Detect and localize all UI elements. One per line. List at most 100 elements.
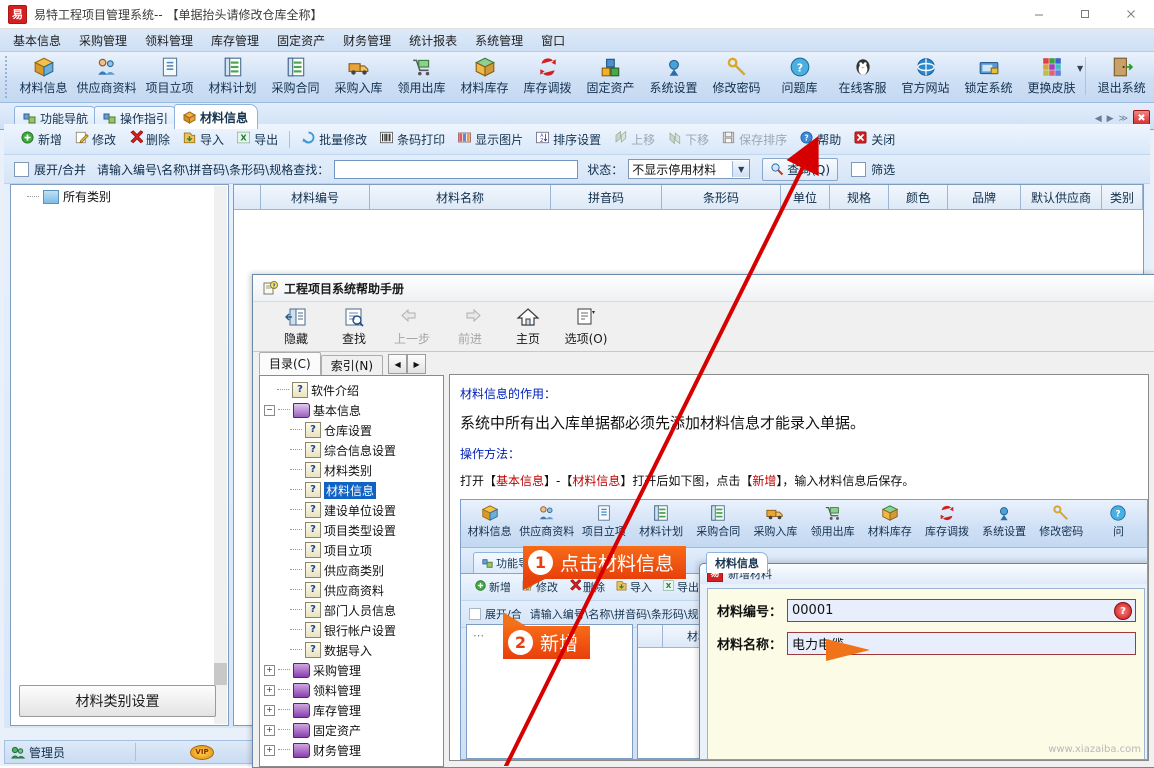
help-tab-index[interactable]: 索引(N)	[321, 355, 383, 375]
menu-item-reports[interactable]: 统计报表	[400, 30, 466, 51]
grid-column-header[interactable]: 拼音码	[551, 185, 662, 209]
help-nav-prev-icon[interactable]: ◀	[388, 354, 407, 374]
tree-scrollbar-thumb[interactable]	[214, 663, 227, 685]
menu-item-inventory[interactable]: 库存管理	[202, 30, 268, 51]
help-tree-node[interactable]: ?供应商资料	[260, 580, 443, 600]
tree-expander-icon[interactable]: +	[264, 685, 275, 696]
help-tree-node[interactable]: ?供应商类别	[260, 560, 443, 580]
action-1[interactable]: 新增	[14, 128, 68, 150]
menu-item-assets[interactable]: 固定资产	[268, 30, 334, 51]
help-tree-node[interactable]: ?建设单位设置	[260, 500, 443, 520]
help-tree-node[interactable]: ?银行帐户设置	[260, 620, 443, 640]
help-hide-button[interactable]: 隐藏	[267, 305, 325, 347]
tree-expander-icon[interactable]: +	[264, 745, 275, 756]
query-button[interactable]: 查询(Q)	[762, 158, 838, 181]
help-tree-node[interactable]: +固定资产	[260, 720, 443, 740]
grid-column-header[interactable]: 材料编号	[261, 185, 370, 209]
help-tree-node[interactable]: ?材料类别	[260, 460, 443, 480]
action-11[interactable]: 下移	[661, 128, 715, 150]
help-tree-node[interactable]: ?项目立项	[260, 540, 443, 560]
status-select[interactable]: 不显示停用材料 ▼	[628, 159, 750, 179]
help-tree-node[interactable]: +领料管理	[260, 680, 443, 700]
action-4[interactable]: 导入	[176, 128, 230, 150]
filter-checkbox[interactable]	[851, 162, 866, 177]
tree-expander-icon[interactable]: +	[264, 725, 275, 736]
toolbar-button-8[interactable]: 材料库存	[453, 54, 516, 100]
menu-item-window[interactable]: 窗口	[532, 30, 574, 51]
grid-column-header[interactable]: 规格	[830, 185, 889, 209]
toolbar-button-15[interactable]: 官方网站	[894, 54, 957, 100]
action-7[interactable]: 条码打印	[373, 128, 451, 150]
toolbar-button-7[interactable]: 领用出库	[390, 54, 453, 100]
toolbar-button-3[interactable]: 项目立项	[138, 54, 201, 100]
action-3[interactable]: 删除	[122, 128, 176, 150]
help-options-button[interactable]: 选项(O)	[557, 305, 615, 347]
menu-item-picking[interactable]: 领料管理	[136, 30, 202, 51]
help-tree-node[interactable]: ?项目类型设置	[260, 520, 443, 540]
toolbar-button-18[interactable]: 退出系统	[1090, 54, 1153, 100]
help-tree-node[interactable]: ?仓库设置	[260, 420, 443, 440]
help-tree-node[interactable]: ?软件介绍	[260, 380, 443, 400]
action-10[interactable]: 上移	[607, 128, 661, 150]
grid-column-header[interactable]: 默认供应商	[1021, 185, 1102, 209]
tree-expander-icon[interactable]: +	[264, 705, 275, 716]
minimize-button[interactable]	[1016, 0, 1062, 28]
toolbar-button-6[interactable]: 采购入库	[327, 54, 390, 100]
help-tree-node[interactable]: ?数据导入	[260, 640, 443, 660]
tree-expander-icon[interactable]: −	[264, 405, 275, 416]
help-forward-button[interactable]: 前进	[441, 305, 499, 347]
menu-item-basic[interactable]: 基本信息	[4, 30, 70, 51]
help-tree-node[interactable]: ?综合信息设置	[260, 440, 443, 460]
maximize-button[interactable]	[1062, 0, 1108, 28]
chevron-down-icon[interactable]: ▼	[732, 161, 749, 177]
help-tree-node[interactable]: +财务管理	[260, 740, 443, 760]
help-find-button[interactable]: 查找	[325, 305, 383, 347]
action-14[interactable]: 关闭	[847, 128, 901, 150]
action-2[interactable]: 修改	[68, 128, 122, 150]
grid-column-header[interactable]: 条形码	[662, 185, 781, 209]
tab-list-icon[interactable]: ≫	[1119, 114, 1128, 124]
help-tree-node[interactable]: +采购管理	[260, 660, 443, 680]
help-topic-tree[interactable]: ?软件介绍−基本信息?仓库设置?综合信息设置?材料类别?材料信息?建设单位设置?…	[259, 375, 444, 767]
toolbar-button-2[interactable]: 供应商资料	[75, 54, 138, 100]
help-tree-node[interactable]: −基本信息	[260, 400, 443, 420]
menu-item-purchase[interactable]: 采购管理	[70, 30, 136, 51]
help-nav-next-icon[interactable]: ▶	[407, 354, 426, 374]
menu-item-finance[interactable]: 财务管理	[334, 30, 400, 51]
tree-scrollbar[interactable]	[214, 186, 227, 724]
toolbar-grip[interactable]	[3, 56, 10, 98]
action-6[interactable]: 批量修改	[295, 128, 373, 150]
help-tree-node[interactable]: ?材料信息	[260, 480, 443, 500]
action-9[interactable]: AZ排序设置	[529, 128, 607, 150]
help-tree-node[interactable]: +库存管理	[260, 700, 443, 720]
grid-column-header[interactable]: 品牌	[948, 185, 1021, 209]
grid-column-header[interactable]: 类别	[1102, 185, 1143, 209]
tab-material-info[interactable]: 材料信息	[174, 104, 258, 129]
toolbar-button-10[interactable]: 固定资产	[579, 54, 642, 100]
toolbar-button-13[interactable]: ?问题库	[768, 54, 831, 100]
grid-column-header[interactable]: 颜色	[889, 185, 948, 209]
toolbar-button-4[interactable]: 材料计划	[201, 54, 264, 100]
tree-node-root[interactable]: 所有类别	[11, 185, 228, 205]
action-13[interactable]: ?帮助	[793, 128, 847, 150]
search-input[interactable]	[334, 160, 578, 179]
help-tree-node[interactable]: ?部门人员信息	[260, 600, 443, 620]
toolbar-button-17[interactable]: 更换皮肤	[1020, 54, 1083, 100]
close-button[interactable]	[1108, 0, 1154, 28]
expand-merge-checkbox[interactable]	[14, 162, 29, 177]
toolbar-button-5[interactable]: 采购合同	[264, 54, 327, 100]
action-12[interactable]: 保存排序	[715, 128, 793, 150]
toolbar-button-14[interactable]: 在线客服	[831, 54, 894, 100]
toolbar-button-11[interactable]: 系统设置	[642, 54, 705, 100]
skin-dropdown-icon[interactable]: ▼	[1077, 64, 1083, 73]
help-home-button[interactable]: 主页	[499, 305, 557, 347]
action-5[interactable]: X导出	[230, 128, 284, 150]
tab-prev-icon[interactable]: ◀	[1095, 114, 1102, 124]
tab-next-icon[interactable]: ▶	[1107, 114, 1114, 124]
toolbar-button-1[interactable]: 材料信息	[12, 54, 75, 100]
help-tab-contents[interactable]: 目录(C)	[259, 352, 321, 375]
menu-item-system[interactable]: 系统管理	[466, 30, 532, 51]
toolbar-button-9[interactable]: 库存调拨	[516, 54, 579, 100]
tree-expander-icon[interactable]: +	[264, 665, 275, 676]
grid-column-header[interactable]: 单位	[781, 185, 830, 209]
